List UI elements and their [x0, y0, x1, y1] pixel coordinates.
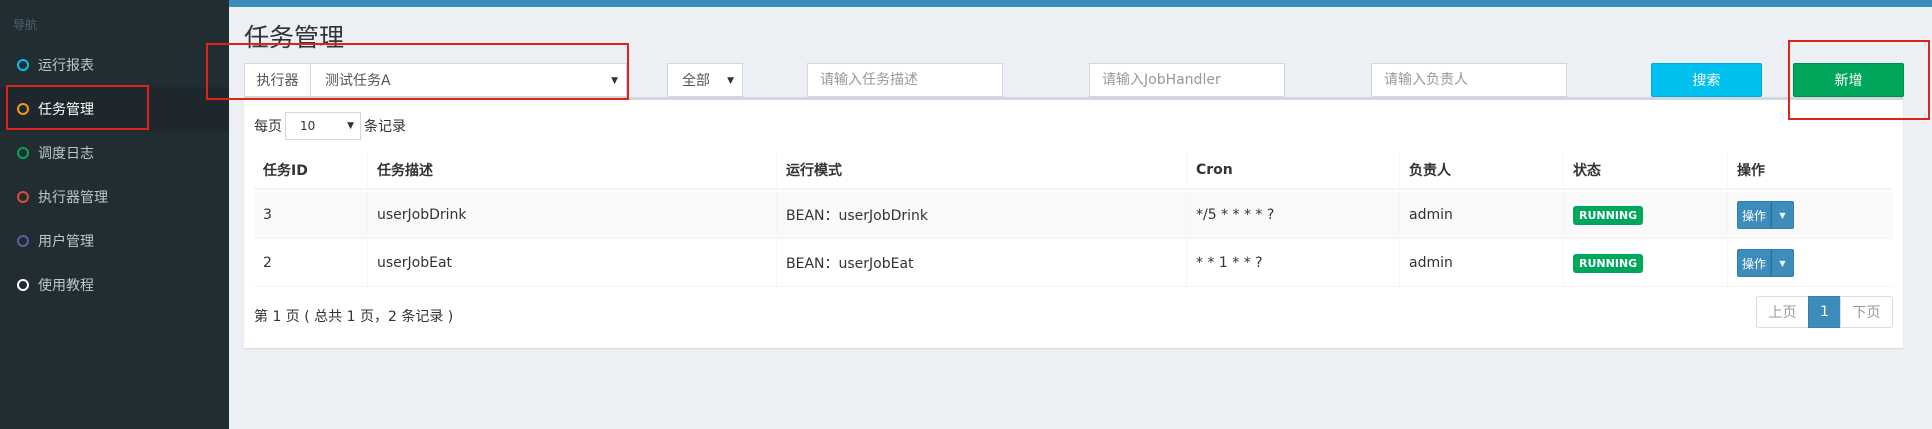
- per-page-suffix: 条记录: [364, 119, 406, 135]
- circle-outline-icon: [17, 191, 29, 203]
- next-page-button[interactable]: 下页: [1840, 296, 1893, 328]
- highlight-box: [6, 85, 149, 130]
- operation-dropdown-toggle[interactable]: ▼: [1771, 201, 1794, 229]
- status-select[interactable]: 全部 ▼: [667, 63, 743, 97]
- highlight-box: [1788, 40, 1930, 120]
- page-length-value: 10: [300, 119, 316, 133]
- job-handler-input[interactable]: [1089, 63, 1285, 97]
- author-input[interactable]: [1371, 63, 1567, 97]
- caret-down-icon: ▼: [727, 76, 734, 86]
- sidebar-item-label: 运行报表: [38, 58, 94, 74]
- cell-author: admin: [1400, 240, 1564, 286]
- sidebar-item-label: 调度日志: [38, 146, 94, 162]
- prev-page-button[interactable]: 上页: [1756, 296, 1809, 328]
- top-header-bar: [0, 0, 1932, 7]
- table-header: 任务ID 任务描述 运行模式 Cron 负责人 状态 操作: [254, 152, 1893, 190]
- cell-mode: BEAN：userJobDrink: [777, 192, 1187, 238]
- cell-status: RUNNING: [1564, 192, 1728, 238]
- operation-dropdown-toggle[interactable]: ▼: [1771, 249, 1794, 277]
- caret-down-icon: ▼: [1779, 210, 1786, 220]
- table-row: 3 userJobDrink BEAN：userJobDrink */5 * *…: [254, 192, 1893, 239]
- sidebar-header: 导航: [13, 18, 38, 32]
- sidebar-item-help[interactable]: 使用教程: [0, 263, 229, 307]
- column-header-id[interactable]: 任务ID: [254, 152, 368, 188]
- job-desc-input[interactable]: [807, 63, 1003, 97]
- operation-button-group: 操作 ▼: [1737, 249, 1794, 277]
- circle-outline-icon: [17, 235, 29, 247]
- highlight-box: [206, 43, 629, 100]
- status-badge: RUNNING: [1573, 253, 1644, 273]
- column-header-author[interactable]: 负责人: [1400, 152, 1564, 188]
- sidebar: 导航 运行报表 任务管理 调度日志 执行器管理 用户管理 使用教程: [0, 0, 229, 429]
- status-badge: RUNNING: [1573, 205, 1644, 225]
- circle-outline-icon: [17, 59, 29, 71]
- sidebar-item-label: 执行器管理: [38, 190, 108, 206]
- cell-mode: BEAN：userJobEat: [777, 240, 1187, 286]
- column-header-desc[interactable]: 任务描述: [368, 152, 777, 188]
- per-page-prefix: 每页: [254, 119, 282, 135]
- sidebar-item-label: 使用教程: [38, 278, 94, 294]
- table-info: 第 1 页 ( 总共 1 页，2 条记录 ): [254, 309, 454, 325]
- job-table-panel: 每页 10 ▼ 条记录 任务ID 任务描述 运行模式 Cron 负责人 状态 操…: [244, 97, 1903, 348]
- circle-outline-icon: [17, 147, 29, 159]
- sidebar-item-log[interactable]: 调度日志: [0, 131, 229, 175]
- column-header-cron[interactable]: Cron: [1187, 152, 1400, 188]
- cell-desc: userJobEat: [368, 240, 777, 286]
- cell-status: RUNNING: [1564, 240, 1728, 286]
- page-length-select[interactable]: 10 ▼: [285, 112, 361, 140]
- sidebar-item-executor[interactable]: 执行器管理: [0, 175, 229, 219]
- circle-outline-icon: [17, 279, 29, 291]
- cell-cron: */5 * * * * ?: [1187, 192, 1400, 238]
- cell-op: 操作 ▼: [1728, 240, 1893, 286]
- sidebar-item-label: 用户管理: [38, 234, 94, 250]
- cell-author: admin: [1400, 192, 1564, 238]
- page-length-control: 每页 10 ▼ 条记录: [254, 112, 406, 140]
- caret-down-icon: ▼: [347, 121, 354, 131]
- page-1-button[interactable]: 1: [1808, 296, 1841, 328]
- cell-cron: * * 1 * * ?: [1187, 240, 1400, 286]
- table-row: 2 userJobEat BEAN：userJobEat * * 1 * * ?…: [254, 240, 1893, 287]
- operation-button[interactable]: 操作: [1737, 249, 1771, 277]
- caret-down-icon: ▼: [1779, 258, 1786, 268]
- cell-op: 操作 ▼: [1728, 192, 1893, 238]
- operation-button-group: 操作 ▼: [1737, 201, 1794, 229]
- cell-id: 3: [254, 192, 368, 238]
- cell-id: 2: [254, 240, 368, 286]
- status-select-value: 全部: [682, 73, 710, 89]
- pagination: 上页 1 下页: [1756, 296, 1893, 328]
- column-header-mode[interactable]: 运行模式: [777, 152, 1187, 188]
- column-header-status[interactable]: 状态: [1564, 152, 1728, 188]
- sidebar-item-user[interactable]: 用户管理: [0, 219, 229, 263]
- cell-desc: userJobDrink: [368, 192, 777, 238]
- search-button[interactable]: 搜索: [1651, 63, 1762, 97]
- sidebar-item-report[interactable]: 运行报表: [0, 43, 229, 87]
- column-header-op: 操作: [1737, 163, 1765, 179]
- operation-button[interactable]: 操作: [1737, 201, 1771, 229]
